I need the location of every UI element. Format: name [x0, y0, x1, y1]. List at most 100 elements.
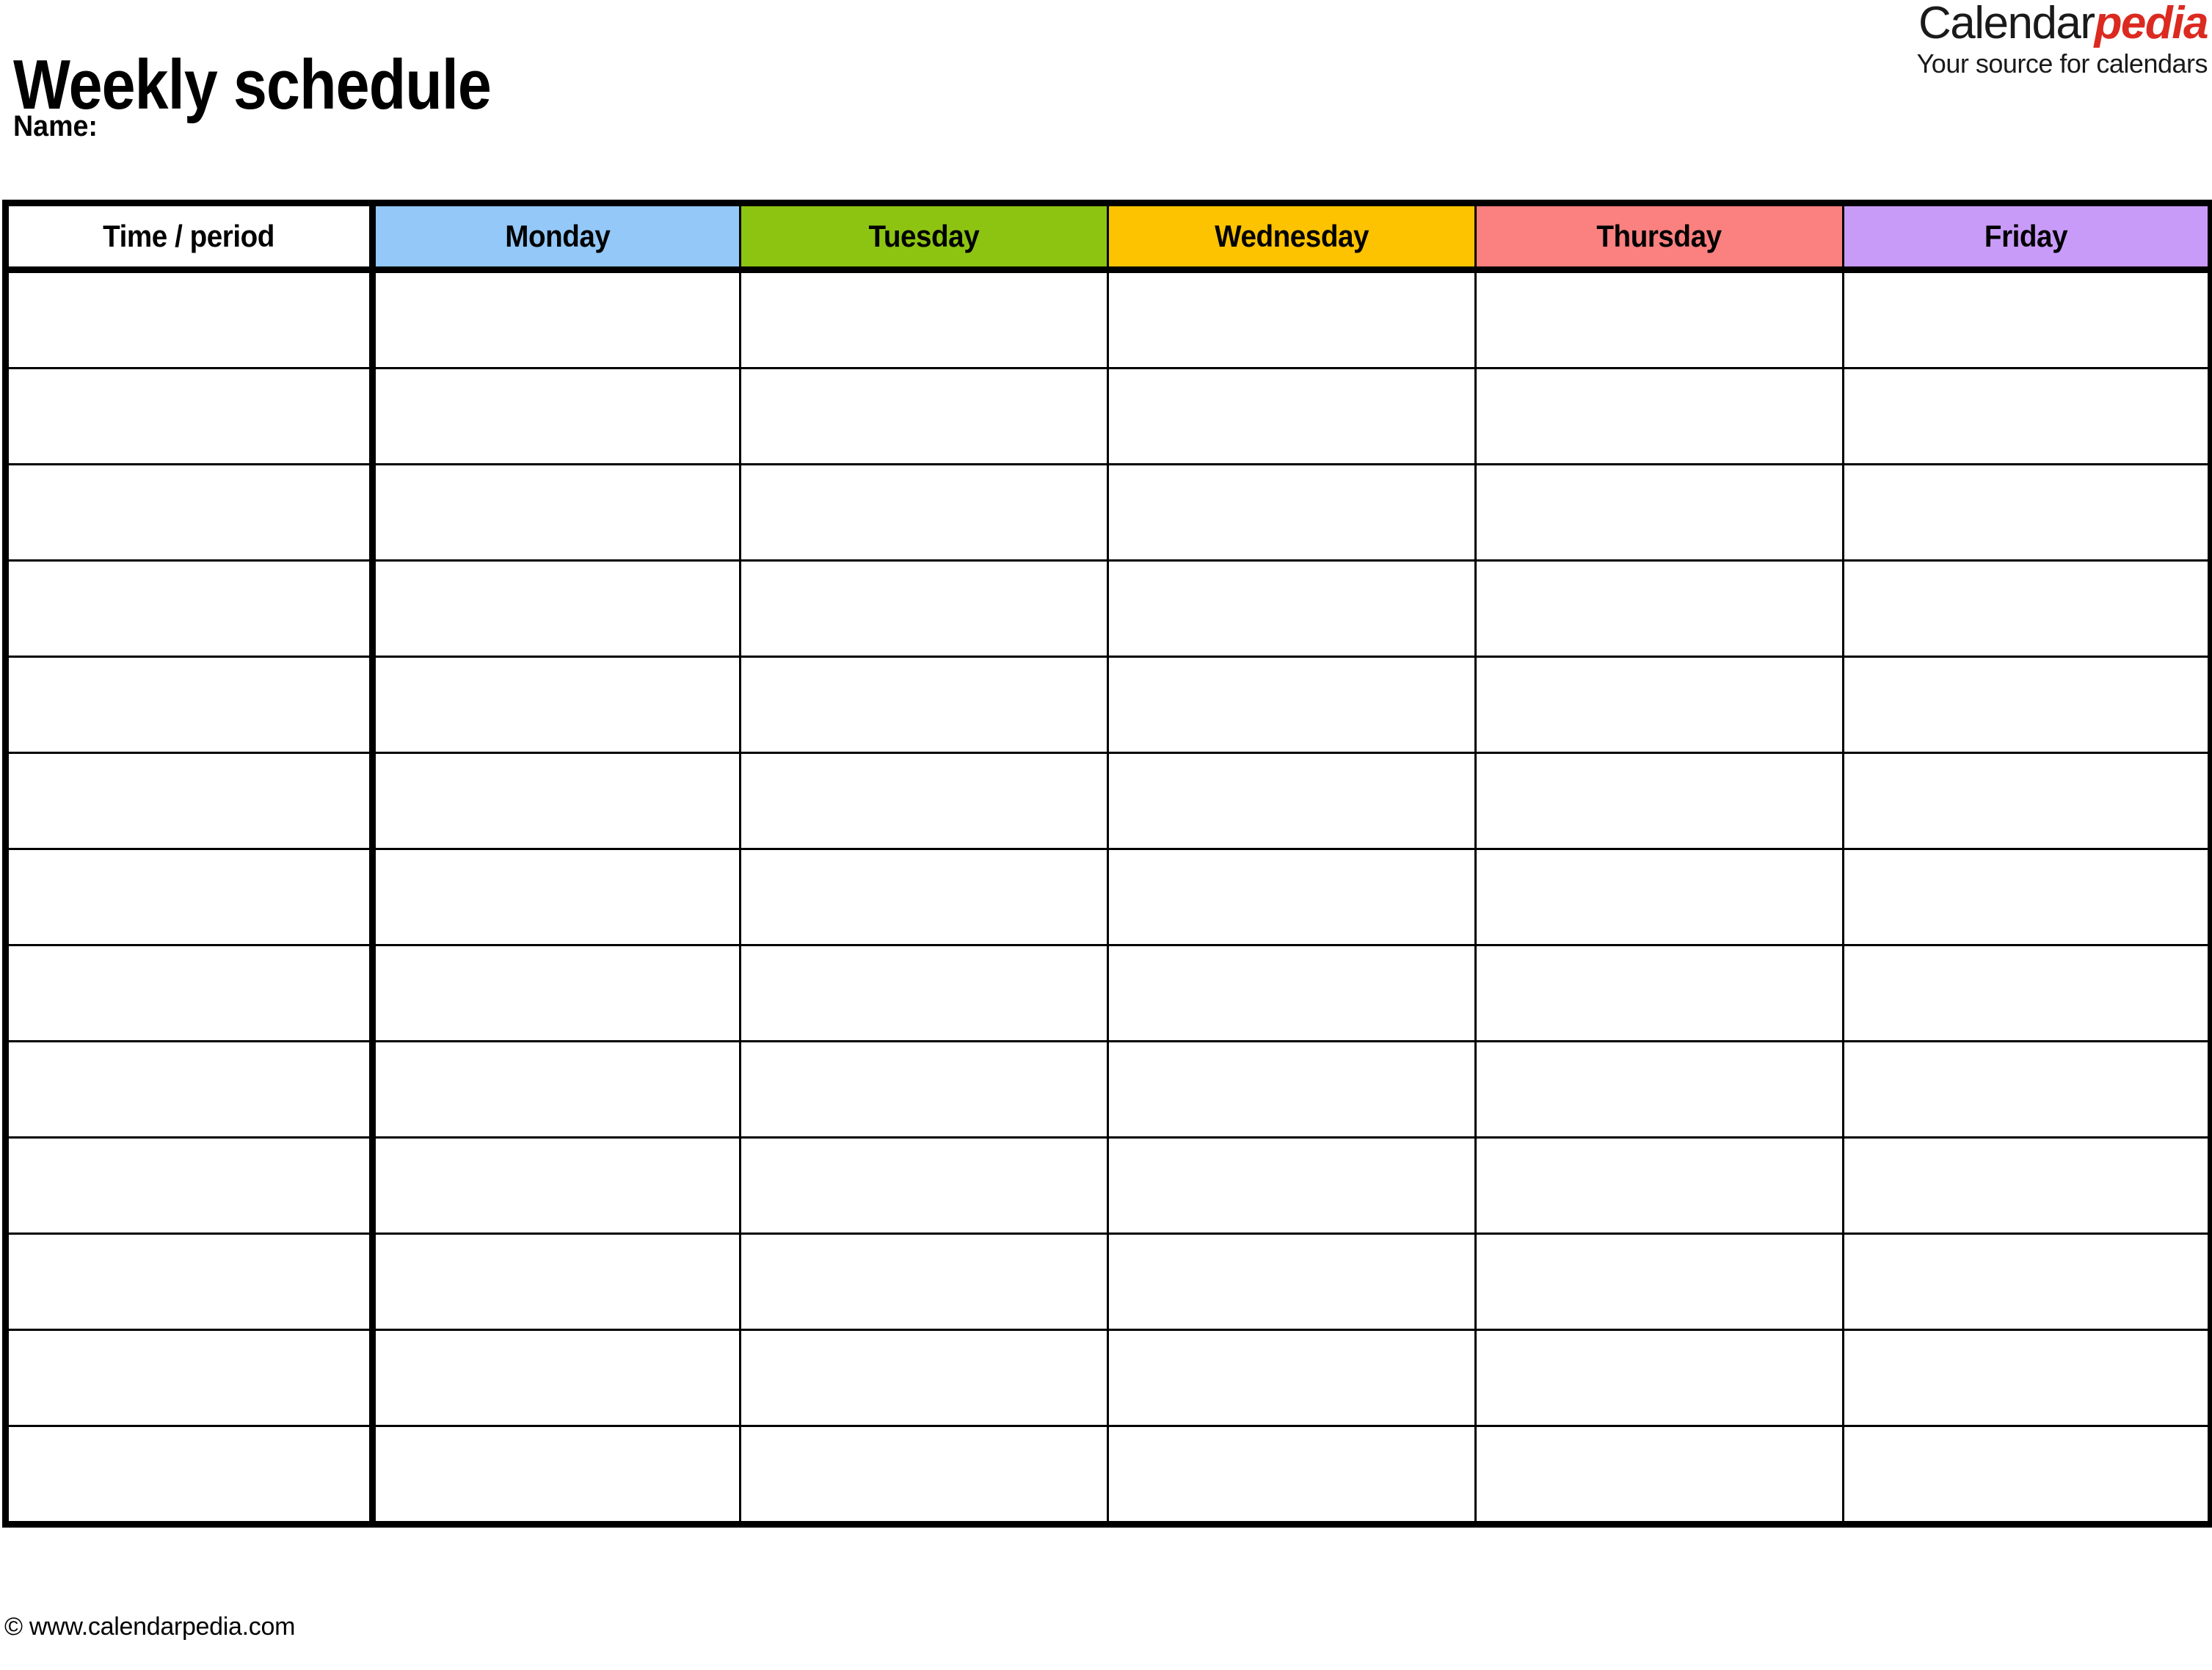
- cell-wednesday[interactable]: [1107, 656, 1477, 754]
- cell-time-period[interactable]: [2, 1040, 376, 1139]
- cell-wednesday[interactable]: [1107, 848, 1477, 946]
- cell-wednesday[interactable]: [1107, 1040, 1477, 1139]
- cell-monday[interactable]: [371, 1136, 741, 1235]
- table-body: [2, 269, 2212, 1528]
- cell-time-period[interactable]: [2, 848, 376, 946]
- cell-tuesday[interactable]: [739, 559, 1109, 658]
- cell-friday[interactable]: [1842, 848, 2212, 946]
- cell-time-period[interactable]: [2, 463, 376, 562]
- cell-monday[interactable]: [371, 1425, 741, 1528]
- column-header-time: Time / period: [2, 200, 376, 273]
- table-header-row-group: Time / period Monday Tuesday Wednesday T…: [2, 200, 2212, 273]
- cell-tuesday[interactable]: [739, 1329, 1109, 1427]
- cell-wednesday[interactable]: [1107, 463, 1477, 562]
- table-row: [2, 463, 2212, 562]
- table-header-row: Time / period Monday Tuesday Wednesday T…: [2, 200, 2212, 273]
- calendarpedia-logo: Calendarpedia Your source for calendars: [1916, 0, 2209, 79]
- cell-tuesday[interactable]: [739, 1040, 1109, 1139]
- cell-friday[interactable]: [1842, 656, 2212, 754]
- cell-tuesday[interactable]: [739, 944, 1109, 1042]
- cell-thursday[interactable]: [1474, 848, 1844, 946]
- cell-tuesday[interactable]: [739, 367, 1109, 465]
- cell-wednesday[interactable]: [1107, 752, 1477, 850]
- cell-tuesday[interactable]: [739, 1136, 1109, 1235]
- cell-time-period[interactable]: [2, 752, 376, 850]
- brand-word-pedia: pedia: [2094, 0, 2209, 48]
- column-header-friday-label: Friday: [1984, 219, 2068, 253]
- cell-wednesday[interactable]: [1107, 1425, 1477, 1528]
- cell-monday[interactable]: [371, 656, 741, 754]
- cell-thursday[interactable]: [1474, 944, 1844, 1042]
- cell-wednesday[interactable]: [1107, 269, 1477, 369]
- cell-thursday[interactable]: [1474, 1136, 1844, 1235]
- cell-friday[interactable]: [1842, 1329, 2212, 1427]
- cell-thursday[interactable]: [1474, 1425, 1844, 1528]
- cell-thursday[interactable]: [1474, 1040, 1844, 1139]
- cell-thursday[interactable]: [1474, 559, 1844, 658]
- cell-tuesday[interactable]: [739, 848, 1109, 946]
- cell-tuesday[interactable]: [739, 463, 1109, 562]
- table-row: [2, 1329, 2212, 1427]
- table-row: [2, 656, 2212, 754]
- cell-friday[interactable]: [1842, 367, 2212, 465]
- cell-friday[interactable]: [1842, 463, 2212, 562]
- cell-thursday[interactable]: [1474, 463, 1844, 562]
- cell-friday[interactable]: [1842, 1136, 2212, 1235]
- cell-monday[interactable]: [371, 752, 741, 850]
- brand-tagline: Your source for calendars: [1916, 48, 2208, 79]
- table-row: [2, 1040, 2212, 1139]
- name-field-label: Name:: [13, 110, 98, 142]
- cell-wednesday[interactable]: [1107, 1329, 1477, 1427]
- weekly-schedule-table: Time / period Monday Tuesday Wednesday T…: [2, 200, 2212, 1528]
- cell-monday[interactable]: [371, 848, 741, 946]
- cell-monday[interactable]: [371, 1329, 741, 1427]
- cell-thursday[interactable]: [1474, 1329, 1844, 1427]
- cell-thursday[interactable]: [1474, 1232, 1844, 1331]
- brand-word-calendar: Calendar: [1918, 0, 2095, 48]
- cell-monday[interactable]: [371, 367, 741, 465]
- column-header-time-label: Time / period: [103, 219, 275, 253]
- cell-friday[interactable]: [1842, 752, 2212, 850]
- cell-time-period[interactable]: [2, 1232, 376, 1331]
- cell-thursday[interactable]: [1474, 656, 1844, 754]
- table-row: [2, 1232, 2212, 1331]
- cell-monday[interactable]: [371, 269, 741, 369]
- cell-time-period[interactable]: [2, 1136, 376, 1235]
- cell-monday[interactable]: [371, 944, 741, 1042]
- table-row: [2, 1425, 2212, 1528]
- table-row: [2, 848, 2212, 946]
- cell-wednesday[interactable]: [1107, 559, 1477, 658]
- cell-time-period[interactable]: [2, 269, 376, 369]
- cell-time-period[interactable]: [2, 1329, 376, 1427]
- cell-thursday[interactable]: [1474, 269, 1844, 369]
- cell-friday[interactable]: [1842, 944, 2212, 1042]
- cell-thursday[interactable]: [1474, 367, 1844, 465]
- cell-monday[interactable]: [371, 1040, 741, 1139]
- cell-friday[interactable]: [1842, 559, 2212, 658]
- cell-wednesday[interactable]: [1107, 1136, 1477, 1235]
- cell-wednesday[interactable]: [1107, 1232, 1477, 1331]
- cell-monday[interactable]: [371, 463, 741, 562]
- column-header-thursday: Thursday: [1474, 200, 1844, 273]
- cell-wednesday[interactable]: [1107, 944, 1477, 1042]
- cell-friday[interactable]: [1842, 1040, 2212, 1139]
- cell-thursday[interactable]: [1474, 752, 1844, 850]
- cell-monday[interactable]: [371, 559, 741, 658]
- column-header-friday: Friday: [1842, 200, 2212, 273]
- cell-friday[interactable]: [1842, 1425, 2212, 1528]
- cell-tuesday[interactable]: [739, 752, 1109, 850]
- cell-time-period[interactable]: [2, 559, 376, 658]
- cell-time-period[interactable]: [2, 1425, 376, 1528]
- cell-wednesday[interactable]: [1107, 367, 1477, 465]
- cell-friday[interactable]: [1842, 1232, 2212, 1331]
- column-header-tuesday: Tuesday: [739, 200, 1109, 273]
- cell-tuesday[interactable]: [739, 1425, 1109, 1528]
- cell-tuesday[interactable]: [739, 1232, 1109, 1331]
- cell-tuesday[interactable]: [739, 269, 1109, 369]
- cell-friday[interactable]: [1842, 269, 2212, 369]
- cell-time-period[interactable]: [2, 944, 376, 1042]
- cell-tuesday[interactable]: [739, 656, 1109, 754]
- cell-monday[interactable]: [371, 1232, 741, 1331]
- cell-time-period[interactable]: [2, 367, 376, 465]
- cell-time-period[interactable]: [2, 656, 376, 754]
